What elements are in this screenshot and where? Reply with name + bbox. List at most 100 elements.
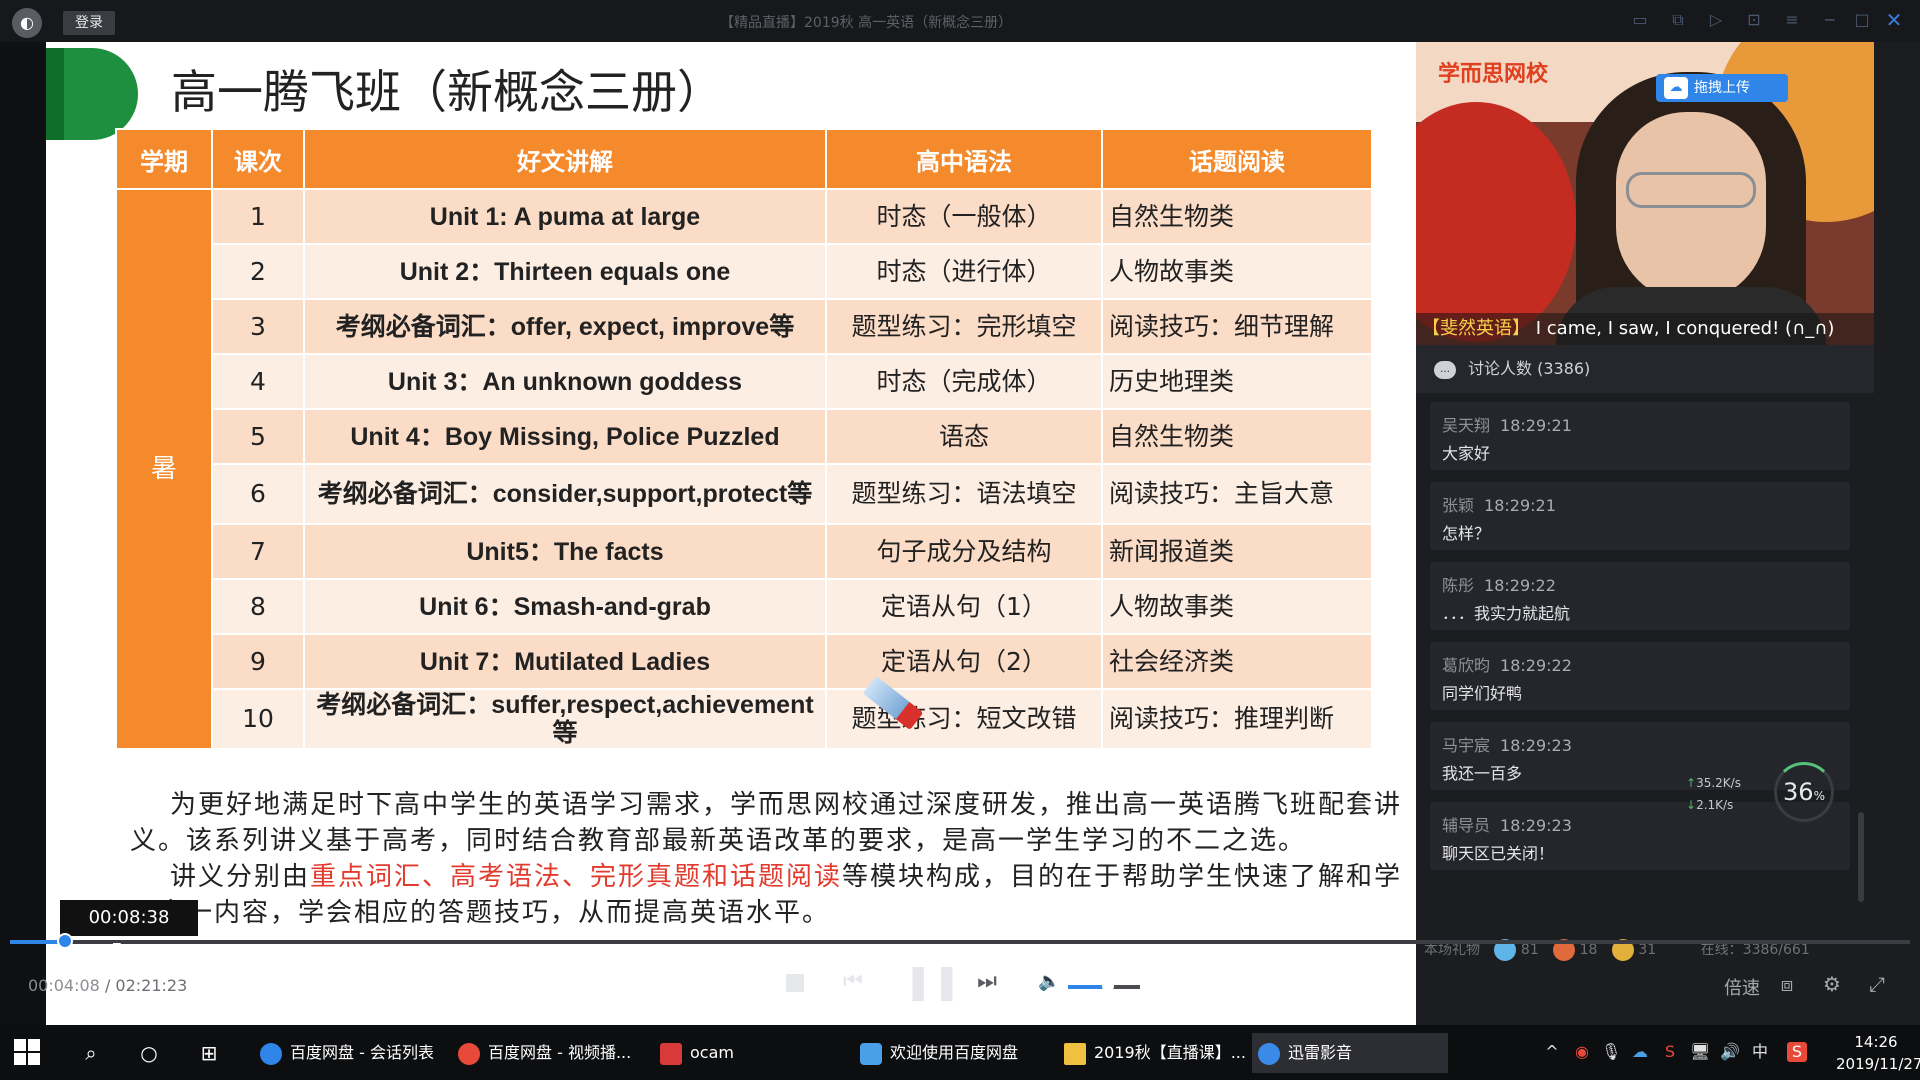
task-label: ocam [690, 1043, 734, 1062]
chat-list[interactable]: 吴天翔 18:29:21 大家好 张颖 18:29:21 怎样？ 陈彤 18:29:2… [1430, 402, 1850, 962]
taskbar-item-netdisk-chat[interactable]: 百度网盘 - 会话列表 [254, 1033, 440, 1073]
chat-text: 同学们好鸭 [1442, 684, 1523, 703]
window-minimize-icon[interactable]: − [1818, 8, 1842, 32]
playback-speed-button[interactable]: 倍速 [1724, 974, 1760, 1000]
table-row: 暑 1 Unit 1: A puma at large 时态（一般体） 自然生物… [115, 188, 1373, 750]
caption-text: I came, I saw, I conquered! (∩_∩) [1535, 318, 1835, 339]
fullscreen-icon[interactable]: ⤢ [1865, 972, 1889, 996]
lesson-topic: 人物故事类 [1101, 578, 1373, 635]
task-label: 2019秋【直播课】... [1094, 1043, 1246, 1062]
cpu-usage-value: 36 [1783, 778, 1814, 806]
window-menu-icon[interactable]: ≡ [1780, 8, 1804, 32]
volume-handle[interactable] [1101, 980, 1114, 992]
taskbar-item-netdisk-welcome[interactable]: 欢迎使用百度网盘 [854, 1033, 1044, 1073]
chat-meta: 葛欣昀 18:29:22 [1442, 652, 1572, 676]
lesson-number: 10 [211, 688, 305, 750]
table-row: 7 Unit5：The facts 句子成分及结构 新闻报道类 [116, 523, 1373, 580]
table-row: 9 Unit 7：Mutilated Ladies 定语从句（2） 社会经济类 [116, 633, 1373, 690]
tray-volume-icon[interactable]: 🔊 [1720, 1042, 1740, 1062]
tray-netdisk-icon[interactable]: ☁ [1630, 1042, 1650, 1062]
clock-date: 2019/11/27 [1836, 1055, 1920, 1073]
start-tile [14, 1039, 26, 1051]
window-pip-icon[interactable]: ⧉ [1666, 8, 1690, 32]
next-button[interactable]: ⏭ [972, 960, 1002, 1004]
volume-slider[interactable] [1068, 980, 1140, 992]
lesson-text: Unit 6：Smash-and-grab [303, 578, 827, 635]
lesson-grammar: 语态 [825, 408, 1103, 465]
cpu-usage-ring: 36% [1774, 762, 1834, 822]
tray-sogou-icon[interactable]: S [1787, 1042, 1807, 1062]
window-share-icon[interactable]: ▷ [1704, 8, 1728, 32]
lesson-grammar: 定语从句（1） [825, 578, 1103, 635]
window-title: 【精品直播】2019秋 高一英语（新概念三册） [720, 15, 1013, 31]
description-highlight: 重点词汇、高考语法、完形真题和话题阅读 [310, 862, 843, 892]
cortana-icon[interactable]: ○ [136, 1040, 162, 1066]
tray-network-icon[interactable]: 🖥 [1690, 1042, 1710, 1062]
screenshot-icon[interactable]: ⧈ [1775, 972, 1799, 996]
windows-start-icon[interactable] [14, 1039, 42, 1067]
app-logo-icon[interactable]: ◐ [12, 8, 42, 38]
lesson-text: Unit 3：An unknown goddess [303, 353, 827, 410]
arrow-down-icon: ↓ [1686, 798, 1697, 812]
previous-button[interactable]: ⏮ [838, 960, 868, 1004]
search-icon[interactable]: ⌕ [78, 1040, 104, 1066]
speaker-icon: 🔈 [1038, 971, 1061, 992]
window-ontop-icon[interactable]: ⊡ [1742, 8, 1766, 32]
chat-sender: 吴天翔 [1442, 416, 1491, 435]
taskbar-item-netdisk-video[interactable]: 百度网盘 - 视频播... [452, 1033, 642, 1073]
start-tile [28, 1053, 40, 1065]
taskbar-item-xunlei-player[interactable]: 迅雷影音 [1252, 1033, 1448, 1073]
header-term: 学期 [115, 128, 213, 190]
chat-time: 18:29:21 [1484, 496, 1556, 515]
task-label: 百度网盘 - 视频播... [488, 1043, 632, 1062]
chat-sender: 辅导员 [1442, 816, 1491, 835]
lesson-text: Unit 7：Mutilated Ladies [303, 633, 827, 690]
lesson-text: Unit5：The facts [303, 523, 827, 580]
task-view-icon[interactable]: ⊞ [196, 1040, 222, 1066]
taskbar-item-folder[interactable]: 2019秋【直播课】... [1058, 1033, 1248, 1073]
description-text: 讲义分别由 [170, 862, 311, 892]
chat-scrollbar[interactable] [1858, 812, 1864, 902]
chat-sender: 陈彤 [1442, 576, 1475, 595]
volume-button[interactable]: 🔈 [1038, 960, 1060, 1004]
lesson-number: 3 [211, 298, 305, 355]
tray-microphone-icon[interactable]: 🎙 [1601, 1042, 1621, 1062]
progress-handle[interactable] [57, 933, 74, 949]
table-row: 10 考纲必备词汇：suffer,respect,achievement等 题型… [116, 688, 1373, 750]
app-window: ◐ 登录 【精品直播】2019秋 高一英语（新概念三册） ▭ ⧉ ▷ ⊡ ≡ −… [0, 0, 1920, 1080]
upload-label: 拖拽上传 [1694, 80, 1750, 96]
slide-title: 高一腾飞班（新概念三册） [171, 65, 723, 119]
stop-button[interactable] [782, 960, 808, 1004]
right-panel: 学而思网校 ☁ 拖拽上传 【斐然英语】 I came, I saw, I conq… [1416, 42, 1920, 1025]
window-close-icon[interactable]: ✕ [1882, 8, 1906, 32]
progress-bar[interactable] [10, 933, 1910, 949]
teacher-video[interactable]: 学而思网校 ☁ 拖拽上传 【斐然英语】 I came, I saw, I conq… [1416, 42, 1874, 345]
system-clock[interactable]: 14:26 2019/11/27 [1836, 1031, 1920, 1075]
login-button[interactable]: 登录 [63, 11, 115, 35]
chat-bubble-icon: … [1434, 360, 1456, 379]
window-mini-icon[interactable]: ▭ [1628, 8, 1652, 32]
chat-meta: 吴天翔 18:29:21 [1442, 412, 1572, 436]
mouse-pointer-icon [113, 943, 121, 959]
cloud-upload-icon: ☁ [1664, 77, 1688, 99]
window-maximize-icon[interactable]: □ [1850, 8, 1874, 32]
pause-button[interactable]: ❚❚ [904, 960, 961, 1004]
lesson-number: 4 [211, 353, 305, 410]
chat-text: 我还一百多 [1442, 764, 1523, 783]
player-controls: ⏮ ❚❚ ⏭ 🔈 [0, 960, 1920, 1012]
tray-ime-indicator[interactable]: 中 [1750, 1042, 1770, 1062]
table-row: 5 Unit 4：Boy Missing, Police Puzzled 语态 … [116, 408, 1373, 465]
settings-gear-icon[interactable]: ⚙ [1820, 972, 1844, 996]
lesson-topic: 人物故事类 [1101, 243, 1373, 300]
tray-expand-icon[interactable]: ^ [1542, 1042, 1562, 1062]
upload-button[interactable]: ☁ 拖拽上传 [1656, 74, 1788, 102]
chat-time: 18:29:23 [1500, 736, 1572, 755]
chat-sender: 马宇宸 [1442, 736, 1491, 755]
chat-sender: 张颖 [1442, 496, 1475, 515]
tray-app-icon[interactable]: S [1660, 1042, 1680, 1062]
upload-speed: ↑35.2K/s [1686, 776, 1741, 790]
caption-tag: 【斐然英语】 [1422, 318, 1530, 339]
taskbar-item-ocam[interactable]: ocam [654, 1033, 834, 1073]
tray-record-icon[interactable]: ◉ [1572, 1042, 1592, 1062]
baidu-netdisk-icon [260, 1042, 282, 1065]
